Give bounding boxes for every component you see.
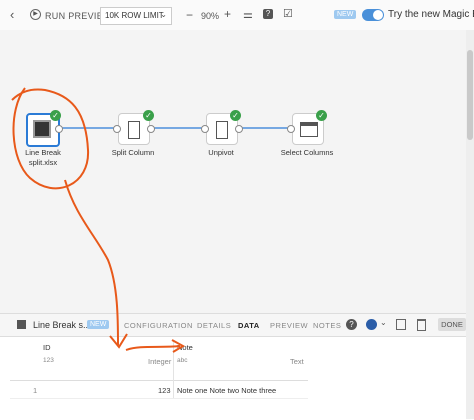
unpivot-label: Unpivot [208, 148, 234, 157]
magic-etl-toggle[interactable] [362, 9, 384, 21]
excel-file-icon [33, 120, 51, 138]
new-badge: NEW [334, 10, 357, 19]
zoom-level: 90% [201, 11, 220, 21]
color-picker-icon[interactable] [366, 319, 377, 330]
output-port[interactable] [55, 125, 63, 133]
cell-note: Note one Note two Note three [177, 386, 277, 395]
tab-preview[interactable]: PREVIEW [270, 321, 308, 330]
success-check-icon: ✓ [50, 110, 61, 121]
row-index: 1 [33, 386, 38, 395]
panel-new-badge: NEW [87, 320, 110, 329]
trash-icon[interactable] [417, 319, 426, 331]
play-icon[interactable]: ▶ [30, 9, 41, 20]
details-panel: Line Break s... NEW CONFIGURATION DETAIL… [0, 313, 466, 420]
success-check-icon: ✓ [230, 110, 241, 121]
output-port[interactable] [147, 125, 155, 133]
column-header-id[interactable]: ID [43, 343, 51, 352]
column-type-id: Integer [148, 357, 172, 366]
column-type-note: Text [290, 357, 304, 366]
checklist-icon[interactable]: ☑ [283, 7, 293, 20]
input-port[interactable] [201, 125, 209, 133]
help-icon[interactable]: ? [346, 319, 357, 330]
input-port[interactable] [287, 125, 295, 133]
chevron-down-icon: ⌄ [160, 10, 167, 19]
row-limit-select[interactable]: 10K ROW LIMIT ⌄ [100, 7, 172, 25]
column-header-note[interactable]: Note [177, 343, 193, 352]
help-icon[interactable]: ? [263, 9, 273, 19]
split-column-icon [128, 121, 140, 139]
panel-tab-bar: Line Break s... NEW CONFIGURATION DETAIL… [0, 314, 466, 337]
output-port[interactable] [235, 125, 243, 133]
unpivot-icon [216, 121, 228, 139]
sliders-icon[interactable]: ⚌ [243, 8, 253, 21]
column-type-icon-note: abc [177, 357, 188, 364]
table-header: ID 123 Integer Note abc Text [10, 340, 308, 398]
vertical-scrollbar[interactable] [466, 30, 474, 419]
tab-configuration[interactable]: CONFIGURATION [124, 321, 193, 330]
split-column-label: Split Column [111, 148, 155, 157]
success-check-icon: ✓ [316, 110, 327, 121]
select-columns-label: Select Columns [280, 148, 334, 157]
tab-notes[interactable]: NOTES [313, 321, 341, 330]
success-check-icon: ✓ [143, 110, 154, 121]
cell-id: 123 [158, 386, 171, 395]
etl-canvas[interactable]: ✓ Line Break split.xlsx ✓ Split Column ✓… [0, 30, 466, 313]
toggle-knob [373, 10, 383, 20]
tab-details[interactable]: DETAILS [197, 321, 231, 330]
panel-title: Line Break s... [33, 320, 91, 330]
row-limit-value: 10K ROW LIMIT [105, 11, 164, 20]
table-row: 1 123 Note one Note two Note three [10, 384, 308, 399]
select-columns-icon [300, 122, 318, 137]
scrollbar-thumb[interactable] [467, 50, 473, 140]
input-node-label: Line Break split.xlsx [25, 148, 61, 167]
input-port[interactable] [113, 125, 121, 133]
done-button[interactable]: DONE [438, 318, 466, 331]
zoom-out-button[interactable]: − [186, 8, 193, 22]
back-button[interactable]: ‹ [10, 7, 14, 22]
column-type-icon-id: 123 [43, 357, 54, 364]
zoom-in-button[interactable]: + [224, 7, 231, 21]
tab-data[interactable]: DATA [238, 321, 260, 330]
data-table: ID 123 Integer Note abc Text 1 123 Note … [10, 340, 308, 400]
top-toolbar: ‹ ▶ RUN PREVIEW 10K ROW LIMIT ⌄ − 90% + … [0, 0, 474, 31]
dataset-icon [17, 320, 26, 329]
copy-icon[interactable] [396, 319, 406, 330]
magic-etl-label: Try the new Magic ETL [388, 9, 474, 20]
chevron-down-icon[interactable]: ⌄ [380, 318, 387, 327]
connector-lines [59, 127, 290, 129]
